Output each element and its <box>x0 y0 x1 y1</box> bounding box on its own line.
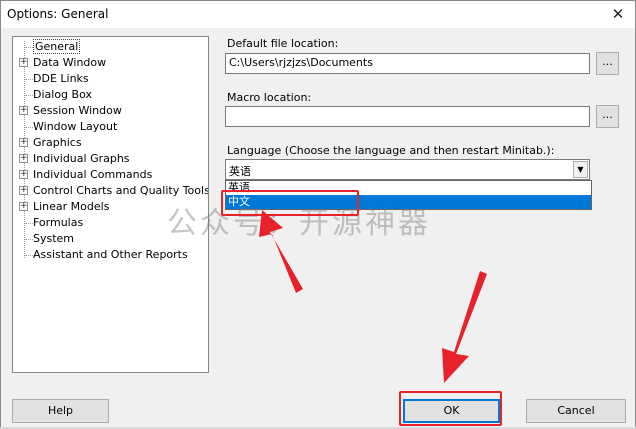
annotation-arrow-to-ok <box>442 271 487 383</box>
annotation-arrow-to-chinese <box>259 210 303 293</box>
annotation-arrows <box>259 210 487 383</box>
